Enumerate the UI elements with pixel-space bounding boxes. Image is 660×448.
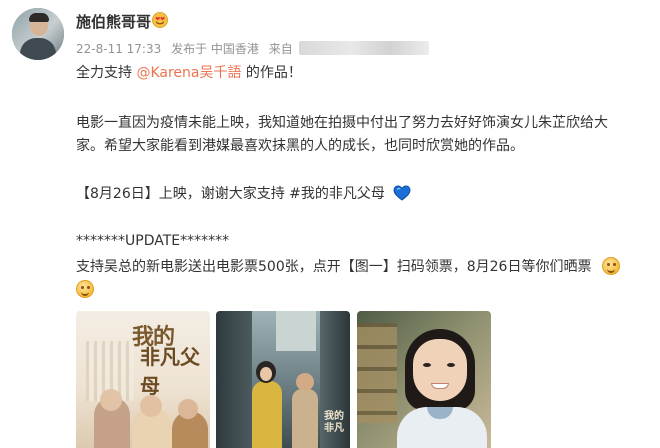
post-line-6: 支持吴总的新电影送出电影票500张，点开【图一】扫码领票，8月26日等你们晒票 [76, 256, 620, 276]
post-line-3: 家。希望大家能看到港媒最喜欢抹黑的人的成长，也同时欣赏她的作品。 [76, 138, 524, 154]
release-date-text: 【8月26日】上映，谢谢大家支持 #我的非凡父母 [76, 186, 385, 202]
portrait-face [413, 339, 467, 401]
still-figure-head [296, 373, 314, 391]
avatar-hair [29, 13, 49, 22]
portrait-eye [447, 363, 455, 367]
smile-emoji-icon [601, 257, 620, 275]
avatar-body [20, 38, 56, 60]
post-line-update: *******UPDATE******* [76, 233, 230, 249]
portrait-background-shelf [357, 323, 397, 423]
post-meta: 22-8-11 17:33 发布于 中国香港 来自 [76, 40, 435, 57]
blurred-source [298, 41, 429, 55]
poster-title-2: 非凡父母 [140, 345, 200, 398]
still-figure-man [292, 389, 318, 448]
post-image-2[interactable]: 我的非凡 [216, 311, 350, 448]
post-image-3[interactable] [357, 311, 491, 448]
avatar[interactable] [12, 8, 64, 60]
post-location: 发布于 中国香港 [171, 42, 259, 56]
poster-figure-head [100, 389, 122, 411]
poster-figure-head [178, 399, 198, 419]
post-line-1: 全力支持 @Karena吴千語 的作品！ [76, 62, 302, 82]
line1-prefix: 全力支持 [76, 65, 137, 81]
line1-suffix: 的作品！ [241, 65, 302, 81]
post-source-label: 来自 [268, 42, 293, 56]
post-line-7 [76, 280, 94, 298]
post-image-1[interactable]: 我的 非凡父母 [76, 311, 210, 448]
still-figure-face [260, 367, 272, 381]
smile-emoji-icon [76, 280, 94, 298]
still-wall-left [216, 311, 252, 448]
post-timestamp[interactable]: 22-8-11 17:33 [76, 42, 161, 56]
still-sky [276, 311, 316, 351]
poster-figure-head [140, 395, 162, 417]
weibo-post: 施伯熊哥哥 22-8-11 17:33 发布于 中国香港 来自 全力支持 @Ka… [0, 0, 660, 448]
mention-link[interactable]: @Karena吴千語 [136, 65, 241, 81]
film-logo-watermark: 我的非凡 [324, 411, 344, 434]
user-name[interactable]: 施伯熊哥哥 [76, 11, 151, 32]
blue-heart-icon [393, 185, 411, 201]
portrait-eye [423, 363, 431, 367]
heart-eyes-emoji-icon [152, 12, 168, 28]
still-figure-girl [252, 381, 282, 448]
post-line-4: 【8月26日】上映，谢谢大家支持 #我的非凡父母 [76, 183, 411, 203]
post-line-2: 电影一直因为疫情未能上映，我知道她在拍摄中付出了努力去好好饰演女儿朱芷欣给大 [76, 115, 608, 131]
ticket-text: 支持吴总的新电影送出电影票500张，点开【图一】扫码领票，8月26日等你们晒票 [76, 259, 592, 275]
